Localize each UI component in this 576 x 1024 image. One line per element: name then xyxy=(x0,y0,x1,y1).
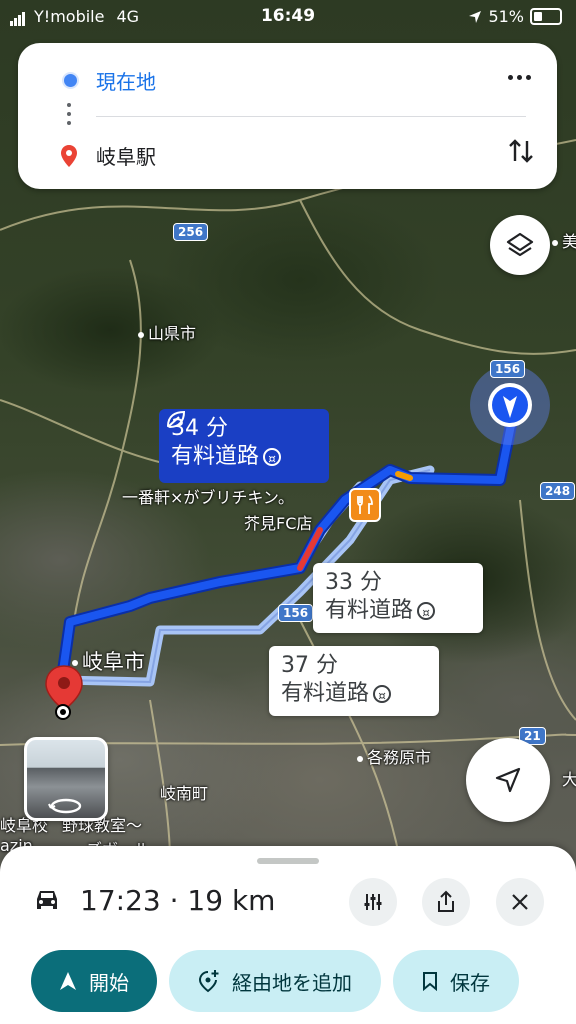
layers-icon xyxy=(506,232,534,257)
origin-field[interactable]: 現在地 xyxy=(96,66,156,95)
layers-button[interactable] xyxy=(490,215,550,275)
route-shield-256: 256 xyxy=(173,223,209,241)
status-bar: Y!mobile 4G 16:49 51% xyxy=(0,0,576,34)
destination-pin-icon xyxy=(61,145,77,167)
route-callout-alt[interactable]: 37 分 有料道路 ¤ xyxy=(269,646,439,716)
town-label[interactable]: 岐南町 xyxy=(160,780,208,804)
city-label[interactable]: 岐阜市 xyxy=(72,646,145,676)
toll-label: 有料道路 xyxy=(281,681,370,706)
trip-summary: 17:23 · 19 km xyxy=(32,882,275,918)
add-location-icon xyxy=(198,970,219,993)
tune-icon xyxy=(364,894,382,910)
my-location-button[interactable] xyxy=(466,738,550,822)
car-icon xyxy=(37,891,57,909)
bookmark-icon xyxy=(423,972,437,991)
route-duration: 33 分 xyxy=(325,570,382,595)
origin-dot-icon xyxy=(62,71,79,89)
start-navigation-button[interactable]: 開始 xyxy=(31,950,157,1012)
add-waypoint-button[interactable]: 経由地を追加 xyxy=(169,950,381,1012)
share-button[interactable] xyxy=(422,878,470,926)
battery-icon xyxy=(530,8,562,25)
toll-icon: ¤ xyxy=(373,685,392,703)
destination-field[interactable]: 岐阜駅 xyxy=(96,141,156,170)
route-shield-248: 248 xyxy=(540,482,576,500)
navigation-icon xyxy=(60,972,76,990)
route-shield-156: 156 xyxy=(490,360,526,378)
close-button[interactable] xyxy=(496,878,544,926)
route-callout-primary[interactable]: 34 分 有料道路 ¤ xyxy=(159,409,329,483)
arrival-time: 17:23 xyxy=(80,883,161,917)
eco-leaf-icon xyxy=(166,410,186,429)
add-waypoint-label: 経由地を追加 xyxy=(232,970,352,995)
more-options-button[interactable] xyxy=(501,59,537,95)
share-icon xyxy=(438,890,454,912)
save-button[interactable]: 保存 xyxy=(393,950,519,1012)
city-label[interactable]: 各務原市 xyxy=(357,744,431,768)
swap-icon[interactable] xyxy=(503,133,539,169)
route-options-button[interactable] xyxy=(349,878,397,926)
location-arrow-icon xyxy=(469,10,482,23)
place-label[interactable]: 山県市 xyxy=(138,320,196,344)
place-label[interactable]: 美 xyxy=(552,228,576,252)
place-label[interactable]: 大 xyxy=(562,766,576,790)
close-icon xyxy=(512,894,528,910)
divider xyxy=(96,116,526,117)
poi-label[interactable]: 一番軒×がブリチキン。 xyxy=(122,484,294,508)
route-card: 現在地 岐阜駅 xyxy=(18,43,557,189)
start-label: 開始 xyxy=(89,970,129,995)
drag-handle[interactable] xyxy=(257,858,319,864)
route-duration: 37 分 xyxy=(281,653,338,678)
toll-icon: ¤ xyxy=(263,448,282,466)
bottom-sheet[interactable]: 17:23 · 19 km 開始 経由地を追加 保存 xyxy=(0,846,576,1024)
battery-percent: 51% xyxy=(488,7,524,26)
destination-row[interactable]: 岐阜駅 xyxy=(18,135,557,175)
route-callout-alt[interactable]: 33 分 有料道路 ¤ xyxy=(313,563,483,633)
rotate-360-icon xyxy=(48,798,82,814)
toll-label: 有料道路 xyxy=(325,598,414,623)
navigation-arrow-icon xyxy=(495,767,521,793)
street-view-photo xyxy=(27,740,105,818)
poi-label[interactable]: 芥見FC店 xyxy=(244,510,312,534)
toll-icon: ¤ xyxy=(417,602,436,620)
route-dots-icon xyxy=(67,103,71,130)
trip-distance: 19 km xyxy=(187,883,276,917)
route-shield-156: 156 xyxy=(278,604,314,622)
restaurant-icon[interactable] xyxy=(349,488,381,522)
origin-row[interactable]: 現在地 xyxy=(18,60,557,100)
toll-label: 有料道路 xyxy=(171,444,260,469)
separator: · xyxy=(169,883,179,917)
save-label: 保存 xyxy=(450,970,490,995)
street-view-thumbnail[interactable] xyxy=(24,737,108,821)
